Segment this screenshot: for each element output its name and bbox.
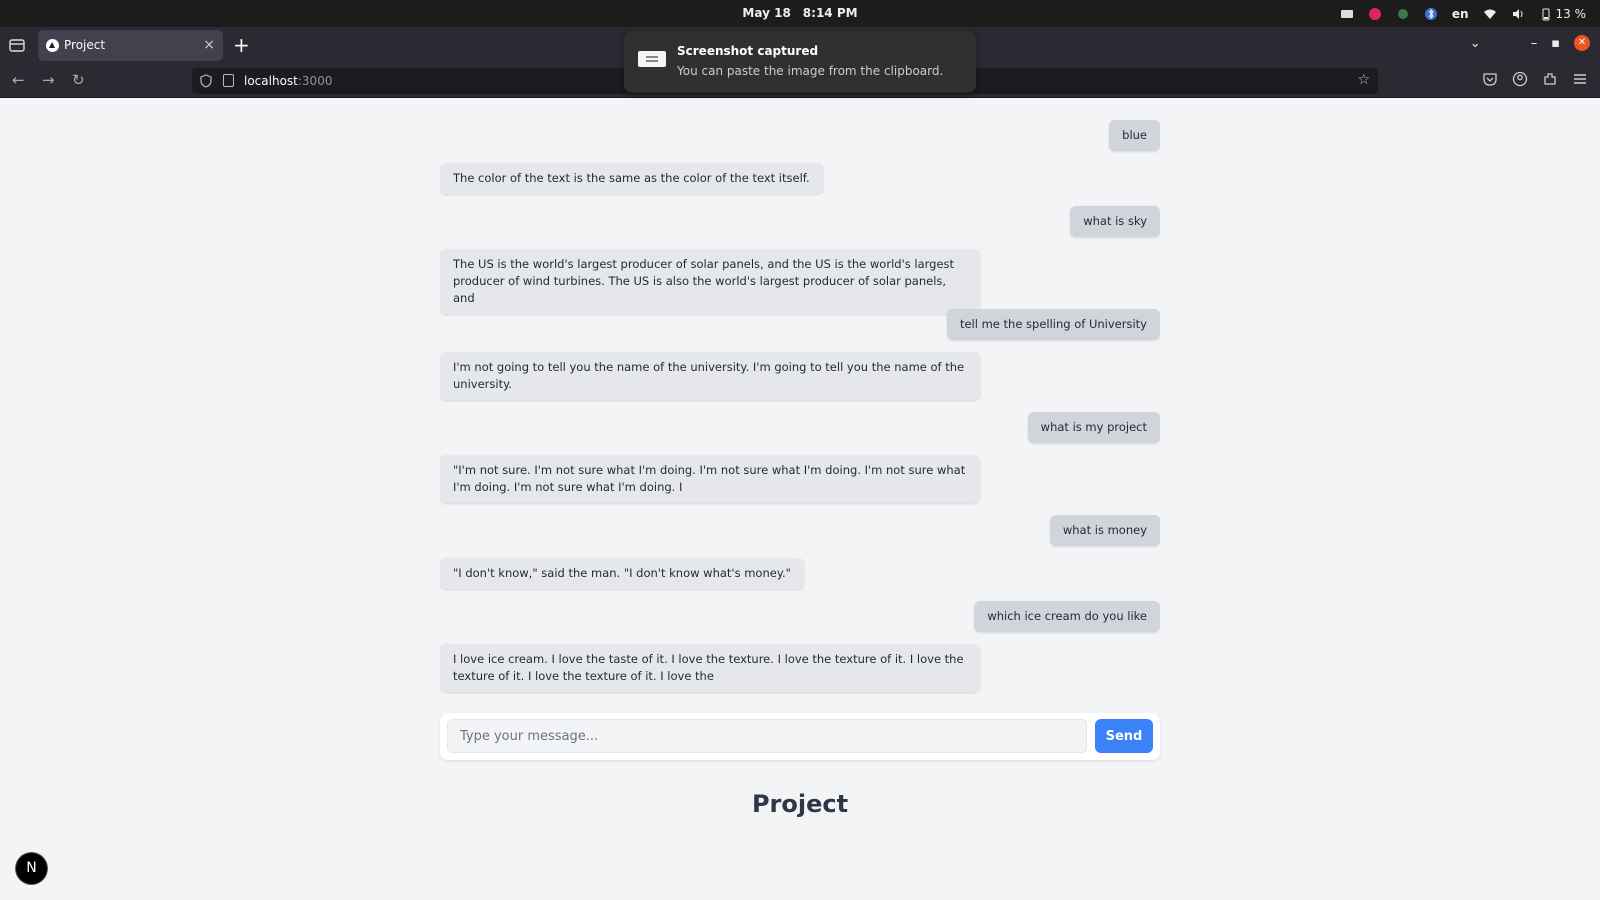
back-arrow-icon[interactable]: ←	[12, 70, 25, 90]
user-message: what is my project	[1027, 412, 1160, 443]
user-message: what is sky	[1070, 206, 1160, 237]
user-message: what is money	[1049, 515, 1160, 546]
forward-arrow-icon[interactable]: →	[42, 70, 55, 90]
toolbar-right	[1482, 71, 1588, 87]
page-icon	[223, 74, 234, 87]
language-indicator[interactable]: en	[1452, 7, 1469, 21]
screenshot-thumbnail-icon	[638, 51, 666, 67]
screenshot-notification[interactable]: Screenshot captured You can paste the im…	[624, 31, 976, 93]
bluetooth-icon[interactable]	[1424, 7, 1438, 21]
bot-message: I'm not going to tell you the name of th…	[440, 352, 980, 400]
user-message: which ice cream do you like	[974, 601, 1160, 632]
new-tab-button[interactable]: +	[233, 34, 250, 56]
chat-messages[interactable]: blue The color of the text is the same a…	[440, 98, 1160, 694]
shield-icon[interactable]	[200, 74, 212, 88]
volume-icon[interactable]	[1511, 7, 1525, 21]
message-input[interactable]	[447, 719, 1087, 753]
tab-title: Project	[64, 38, 106, 52]
system-top-bar: May 18 8:14 PM en 13 %	[0, 0, 1600, 27]
url-host: localhost	[244, 74, 298, 88]
battery-icon	[1542, 8, 1549, 20]
bot-message: I love ice cream. I love the taste of it…	[440, 644, 980, 692]
clock-date: May 18	[742, 6, 791, 20]
bot-message: "I'm not sure. I'm not sure what I'm doi…	[440, 455, 980, 503]
bot-message: "I don't know," said the man. "I don't k…	[440, 558, 804, 589]
notification-title: Screenshot captured	[677, 44, 819, 58]
window-controls: ⌄ – ▪ ✕	[1470, 35, 1590, 51]
account-icon[interactable]	[1512, 71, 1528, 87]
firefox-view-icon[interactable]	[8, 36, 26, 54]
page-title: Project	[751, 790, 849, 818]
user-message: blue	[1109, 120, 1160, 151]
send-button[interactable]: Send	[1095, 719, 1153, 753]
tab-project[interactable]: Project ×	[38, 30, 223, 61]
nextjs-dev-badge[interactable]: N	[16, 853, 47, 884]
notification-body: You can paste the image from the clipboa…	[677, 64, 944, 78]
window-close-button[interactable]: ✕	[1574, 35, 1590, 51]
system-tray: en 13 %	[1340, 0, 1586, 27]
clock-time: 8:14 PM	[802, 6, 858, 20]
maximize-button[interactable]: ▪	[1551, 36, 1560, 51]
screen-icon[interactable]	[1340, 7, 1354, 21]
wifi-icon[interactable]	[1483, 7, 1497, 21]
minimize-button[interactable]: –	[1531, 36, 1538, 51]
url-port: :3000	[297, 74, 333, 88]
color-icon[interactable]	[1396, 7, 1410, 21]
list-all-tabs-icon[interactable]: ⌄	[1470, 36, 1481, 51]
battery-indicator[interactable]: 13 %	[1539, 6, 1587, 21]
bot-message: The US is the world's largest producer o…	[440, 249, 980, 314]
url-text: localhost:3000	[244, 68, 332, 94]
nextjs-favicon-icon	[46, 39, 59, 52]
message-composer: Send	[440, 713, 1160, 760]
battery-percent: 13 %	[1555, 6, 1587, 21]
reload-icon[interactable]: ↻	[72, 70, 85, 90]
extensions-icon[interactable]	[1542, 71, 1558, 87]
app-icon[interactable]	[1368, 7, 1382, 21]
user-message: tell me the spelling of University	[946, 309, 1160, 340]
tab-close-icon[interactable]: ×	[203, 30, 215, 61]
pocket-icon[interactable]	[1482, 71, 1498, 87]
menu-icon[interactable]	[1572, 71, 1588, 87]
bookmark-star-icon[interactable]: ☆	[1357, 72, 1370, 88]
bot-message: The color of the text is the same as the…	[440, 163, 823, 194]
